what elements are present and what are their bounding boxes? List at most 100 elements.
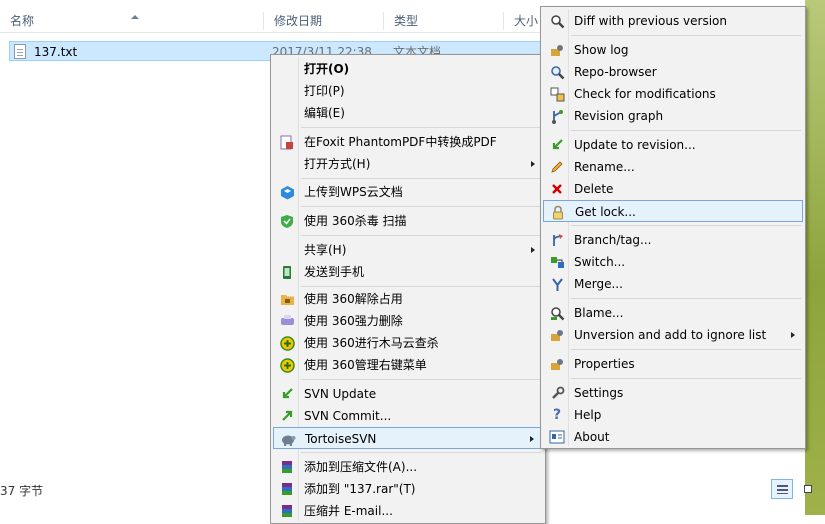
menu-separator (571, 130, 801, 131)
properties-icon (549, 356, 565, 372)
menu-separator (301, 206, 541, 207)
menu-foxit-convert[interactable]: 在Foxit PhantomPDF中转换成PDF (273, 131, 543, 153)
details-view-button[interactable] (771, 479, 793, 499)
check-modifications-icon (549, 86, 565, 102)
svn-settings[interactable]: Settings (543, 382, 803, 404)
column-type[interactable]: 类型 (384, 12, 504, 30)
menu-tortoisesvn[interactable]: TortoiseSVN (273, 427, 543, 449)
svn-revision-graph[interactable]: Revision graph (543, 105, 803, 127)
menu-svn-commit[interactable]: SVN Commit... (273, 405, 543, 427)
switch-icon (549, 254, 565, 270)
menu-add-to-rar[interactable]: 添加到 "137.rar"(T) (273, 478, 543, 500)
shield-icon (279, 213, 295, 229)
svn-unversion-ignore[interactable]: Unversion and add to ignore list (543, 324, 803, 346)
blame-icon (549, 305, 565, 321)
menu-compress-email[interactable]: 压缩并 E-mail... (273, 500, 543, 522)
foxit-pdf-icon (279, 134, 295, 150)
svn-get-lock[interactable]: Get lock... (543, 200, 803, 222)
branch-icon (549, 232, 565, 248)
menu-360-manage[interactable]: 使用 360管理右键菜单 (273, 354, 543, 376)
sort-ascending-icon (131, 15, 139, 19)
menu-wps-upload[interactable]: 上传到WPS云文档 (273, 181, 543, 203)
text-file-icon (14, 44, 26, 59)
menu-separator (571, 378, 801, 379)
plus-circle-icon (279, 335, 295, 351)
winrar-icon (279, 459, 295, 475)
about-icon (549, 429, 565, 445)
menu-send-to-phone[interactable]: 发送到手机 (273, 261, 543, 283)
svn-blame[interactable]: Blame... (543, 302, 803, 324)
winrar-icon (279, 503, 295, 519)
large-icons-view-icon (804, 485, 812, 493)
column-modified[interactable]: 修改日期 (264, 12, 384, 30)
menu-360-scan[interactable]: 使用 360杀毒 扫描 (273, 210, 543, 232)
menu-add-to-archive[interactable]: 添加到压缩文件(A)... (273, 456, 543, 478)
merge-icon (549, 276, 565, 292)
menu-separator (301, 235, 541, 236)
menu-separator (301, 286, 541, 287)
svn-commit-icon (279, 408, 295, 424)
ignore-icon (549, 327, 565, 343)
menu-print[interactable]: 打印(P) (273, 80, 543, 102)
svn-delete[interactable]: Delete (543, 178, 803, 200)
menu-separator (301, 452, 541, 453)
menu-360-force-delete[interactable]: 使用 360强力删除 (273, 310, 543, 332)
svn-merge[interactable]: Merge... (543, 273, 803, 295)
menu-separator (571, 225, 801, 226)
menu-open-with[interactable]: 打开方式(H) (273, 153, 543, 175)
repo-browser-icon (549, 64, 565, 80)
magnifier-icon (549, 13, 565, 29)
svn-diff[interactable]: Diff with previous version (543, 10, 803, 32)
log-icon (549, 42, 565, 58)
context-menu: 打开(O) 打印(P) 编辑(E) 在Foxit PhantomPDF中转换成P… (270, 54, 546, 524)
menu-separator (571, 298, 801, 299)
svn-branch-tag[interactable]: Branch/tag... (543, 229, 803, 251)
svn-help[interactable]: ? Help (543, 404, 803, 426)
submenu-arrow-icon (531, 161, 535, 167)
menu-svn-update[interactable]: SVN Update (273, 383, 543, 405)
delete-x-icon (549, 181, 565, 197)
status-text: 37 字节 (0, 484, 44, 498)
svn-repo-browser[interactable]: Repo-browser (543, 61, 803, 83)
submenu-arrow-icon (791, 332, 795, 338)
svn-switch[interactable]: Switch... (543, 251, 803, 273)
status-bar: 37 字节 (0, 482, 43, 500)
menu-share[interactable]: 共享(H) (273, 239, 543, 261)
tortoisesvn-submenu: Diff with previous version Show log Repo… (540, 6, 806, 449)
wps-cloud-icon (279, 184, 295, 200)
plus-circle-icon (279, 357, 295, 373)
menu-open[interactable]: 打开(O) (273, 58, 543, 80)
menu-separator (571, 349, 801, 350)
menu-separator (301, 178, 541, 179)
pencil-icon (549, 159, 565, 175)
svn-rename[interactable]: Rename... (543, 156, 803, 178)
folder-unlock-icon (279, 291, 295, 307)
desktop-background (805, 0, 825, 515)
menu-edit[interactable]: 编辑(E) (273, 102, 543, 124)
wrench-icon (549, 385, 565, 401)
svn-properties[interactable]: Properties (543, 353, 803, 375)
help-icon: ? (552, 407, 562, 423)
large-icons-view-button[interactable] (797, 479, 819, 499)
menu-separator (301, 379, 541, 380)
details-view-icon (777, 485, 788, 494)
update-arrow-icon (549, 137, 565, 153)
menu-360-trojan-scan[interactable]: 使用 360进行木马云查杀 (273, 332, 543, 354)
revision-graph-icon (549, 108, 565, 124)
tortoise-icon (280, 431, 296, 447)
shredder-icon (279, 313, 295, 329)
file-name: 137.txt (34, 45, 78, 59)
submenu-arrow-icon (530, 436, 534, 442)
lock-icon (550, 204, 566, 220)
menu-separator (571, 35, 801, 36)
submenu-arrow-icon (531, 247, 535, 253)
svn-about[interactable]: About (543, 426, 803, 448)
winrar-icon (279, 481, 295, 497)
svn-update-icon (279, 386, 295, 402)
menu-separator (301, 127, 541, 128)
send-phone-icon (279, 264, 295, 280)
svn-check-modifications[interactable]: Check for modifications (543, 83, 803, 105)
menu-360-unlock[interactable]: 使用 360解除占用 (273, 288, 543, 310)
svn-show-log[interactable]: Show log (543, 39, 803, 61)
svn-update-to-revision[interactable]: Update to revision... (543, 134, 803, 156)
